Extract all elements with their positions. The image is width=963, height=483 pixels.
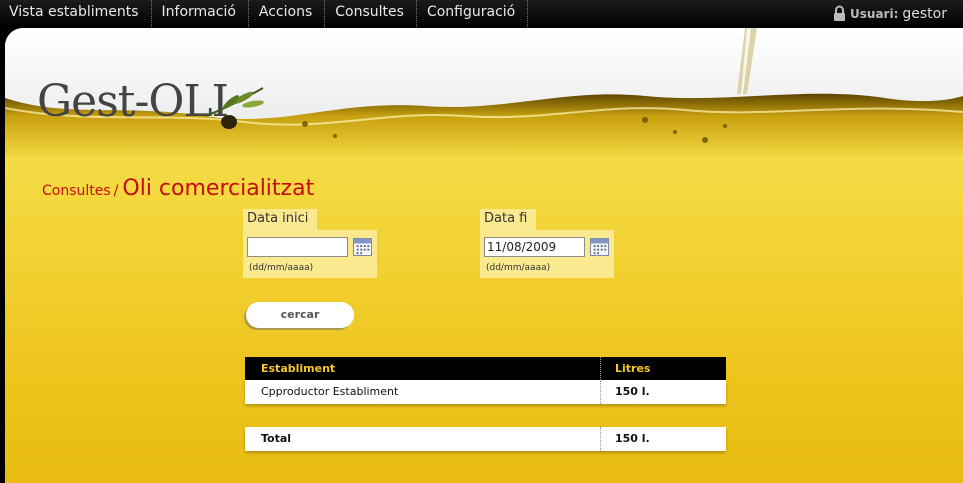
table-header: Establiment Litres <box>245 357 726 380</box>
breadcrumb-consultes[interactable]: Consultes <box>42 183 111 199</box>
header-establiment: Establiment <box>245 357 601 380</box>
total-row: Total 150 l. <box>245 427 726 451</box>
table-row: Cpproductor Establiment 150 l. <box>245 380 726 404</box>
cell-litres: 150 l. <box>615 385 650 398</box>
nav-configuracio[interactable]: Configuració <box>417 0 529 27</box>
end-date-hint: (dd/mm/aaaa) <box>486 263 551 273</box>
start-date-group: Data inici (dd/mm/aaaa) <box>243 207 377 278</box>
user-label: Usuari: <box>850 6 899 21</box>
nav-consultes[interactable]: Consultes <box>325 0 417 27</box>
user-name: gestor <box>902 5 947 22</box>
header-litres: Litres <box>615 362 651 375</box>
page-title: Oli comercialitzat <box>122 176 315 201</box>
search-button[interactable]: cercar <box>246 302 354 328</box>
end-date-label: Data fi <box>480 209 537 230</box>
user-info: Usuari: gestor <box>833 0 947 27</box>
logo: Gest-OLI <box>37 76 229 127</box>
nav-accions[interactable]: Accions <box>249 0 326 27</box>
start-date-label: Data inici <box>243 209 318 230</box>
end-date-body: (dd/mm/aaaa) <box>480 230 614 278</box>
breadcrumb: Consultes / Oli comercialitzat <box>42 176 314 201</box>
main-panel: Gest-OLI Consultes / Oli comercialitzat … <box>5 28 963 483</box>
total-value: 150 l. <box>615 432 650 445</box>
lock-icon <box>834 5 846 21</box>
cell-establiment: Cpproductor Establiment <box>245 380 601 404</box>
total-label: Total <box>245 427 601 451</box>
calendar-icon[interactable] <box>353 238 372 256</box>
results-table: Establiment Litres Cpproductor Establime… <box>245 357 726 404</box>
start-date-hint: (dd/mm/aaaa) <box>249 263 314 273</box>
calendar-icon[interactable] <box>590 238 609 256</box>
olive-branch-icon <box>205 87 264 129</box>
end-date-input[interactable] <box>484 237 585 257</box>
nav-informacio[interactable]: Informació <box>152 0 249 27</box>
start-date-body: (dd/mm/aaaa) <box>243 230 377 278</box>
top-navigation: Vista establiments Informació Accions Co… <box>0 0 963 27</box>
start-date-input[interactable] <box>247 237 348 257</box>
end-date-group: Data fi (dd/mm/aaaa) <box>480 207 614 278</box>
breadcrumb-separator: / <box>113 183 119 199</box>
nav-vista-establiments[interactable]: Vista establiments <box>0 0 152 27</box>
